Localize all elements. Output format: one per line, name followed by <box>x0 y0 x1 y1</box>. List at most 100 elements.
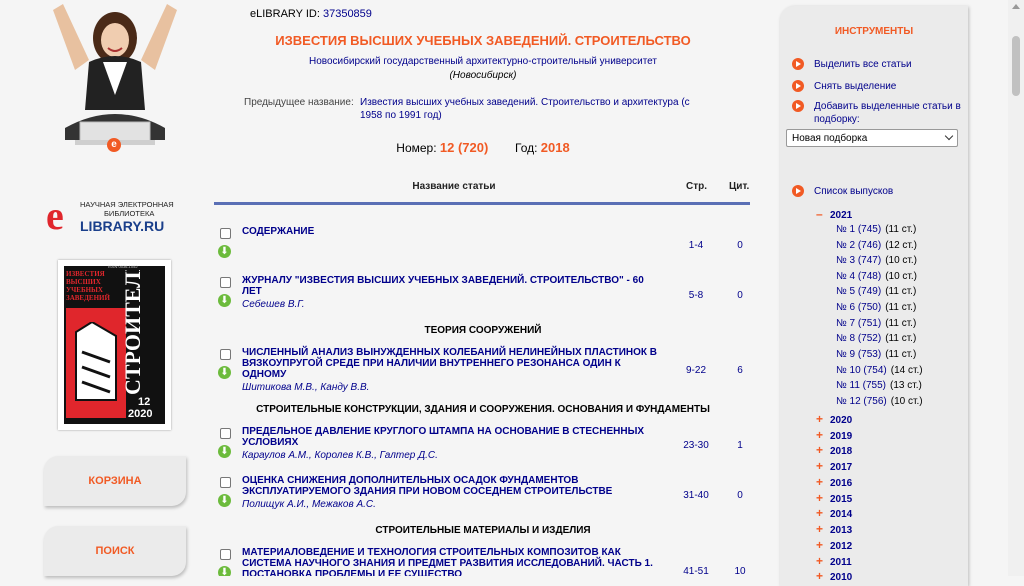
laptop-badge: e <box>107 138 121 152</box>
arrow-bullet-icon <box>792 185 804 197</box>
issue-link[interactable]: № 9 (753) (11 ст.) <box>836 349 916 360</box>
section-heading: СТРОИТЕЛЬНЫЕ МАТЕРИАЛЫ И ИЗДЕЛИЯ <box>375 525 591 536</box>
expand-icon: + <box>816 491 824 505</box>
issue-article-count: (11 ст.) <box>885 286 917 297</box>
article-title-block: ПРЕДЕЛЬНОЕ ДАВЛЕНИЕ КРУГЛОГО ШТАМПА НА О… <box>242 426 662 461</box>
year-toggle[interactable]: +2019 <box>816 428 852 442</box>
expand-icon: + <box>816 428 824 442</box>
year-toggle[interactable]: +2010 <box>816 569 852 583</box>
article-authors[interactable]: Шитикова М.В., Канду В.В. <box>242 382 662 393</box>
arrow-bullet-icon <box>792 100 804 112</box>
issue-link[interactable]: № 2 (746) (12 ст.) <box>836 240 917 251</box>
download-icon[interactable]: ⬇ <box>218 366 231 379</box>
expand-icon: + <box>816 538 824 552</box>
article-citations[interactable]: 0 <box>728 490 752 501</box>
scroll-up-arrow-icon[interactable] <box>1012 4 1020 9</box>
logo-line1: НАУЧНАЯ ЭЛЕКТРОННАЯ <box>80 200 174 209</box>
cover-title3: УЧЕБНЫХ <box>66 286 103 294</box>
article-title-link[interactable]: СОДЕРЖАНИЕ <box>242 226 662 237</box>
logo-brand: LIBRARY.RU <box>80 218 165 234</box>
issue-article-count: (10 ст.) <box>885 255 918 266</box>
year-toggle[interactable]: +2017 <box>816 459 852 473</box>
issue-link[interactable]: № 7 (751) (11 ст.) <box>836 318 916 329</box>
cover-title1: ИЗВЕСТИЯ <box>66 270 105 278</box>
section-heading: ТЕОРИЯ СООРУЖЕНИЙ <box>424 325 542 336</box>
download-icon[interactable]: ⬇ <box>218 245 231 258</box>
article-citations[interactable]: 6 <box>728 365 752 376</box>
row-checkbox[interactable] <box>220 477 231 488</box>
article-citations[interactable]: 0 <box>728 240 752 251</box>
row-checkbox[interactable] <box>220 349 231 360</box>
hero-image <box>45 0 185 145</box>
row-checkbox[interactable] <box>220 277 231 288</box>
page-scrollbar[interactable] <box>1008 0 1024 576</box>
year-toggle[interactable]: +2014 <box>816 506 852 520</box>
elibrary-id-value[interactable]: 37350859 <box>323 8 372 20</box>
logo-e-icon: e <box>46 193 64 238</box>
scrollbar-thumb[interactable] <box>1012 36 1020 96</box>
year-toggle[interactable]: +2011 <box>816 554 852 568</box>
issue-link[interactable]: № 10 (754) (14 ст.) <box>836 365 923 376</box>
arrow-bullet-icon <box>792 58 804 70</box>
year-2021-toggle[interactable]: –2021 <box>816 207 852 221</box>
year-toggle[interactable]: +2013 <box>816 522 852 536</box>
table-row: ⬇ ЖУРНАЛУ "ИЗВЕСТИЯ ВЫСШИХ УЧЕБНЫХ ЗАВЕД… <box>214 275 752 315</box>
issue-link[interactable]: № 8 (752) (11 ст.) <box>836 333 916 344</box>
download-icon[interactable]: ⬇ <box>218 445 231 458</box>
publisher-block: Новосибирский государственный архитектур… <box>214 55 752 83</box>
download-icon[interactable]: ⬇ <box>218 566 231 576</box>
article-authors[interactable]: Полищук А.И., Межаков А.С. <box>242 499 662 510</box>
issue-link[interactable]: № 11 (755) (13 ст.) <box>836 380 922 391</box>
article-citations[interactable]: 0 <box>728 290 752 301</box>
download-icon[interactable]: ⬇ <box>218 494 231 507</box>
issue-link[interactable]: № 5 (749) (11 ст.) <box>836 286 916 297</box>
article-pages: 23-30 <box>683 440 709 451</box>
article-title-link[interactable]: ЧИСЛЕННЫЙ АНАЛИЗ ВЫНУЖДЕННЫХ КОЛЕБАНИЙ Н… <box>242 347 657 380</box>
article-title-link[interactable]: ПРЕДЕЛЬНОЕ ДАВЛЕНИЕ КРУГЛОГО ШТАМПА НА О… <box>242 426 644 448</box>
issue-link[interactable]: № 12 (756) (10 ст.) <box>836 396 923 407</box>
collection-select[interactable]: Новая подборка <box>786 129 958 147</box>
article-citations[interactable]: 1 <box>728 440 752 451</box>
table-row: ⬇ ПРЕДЕЛЬНОЕ ДАВЛЕНИЕ КРУГЛОГО ШТАМПА НА… <box>214 426 752 464</box>
article-title-link[interactable]: ОЦЕНКА СНИЖЕНИЯ ДОПОЛНИТЕЛЬНЫХ ОСАДОК ФУ… <box>242 475 612 497</box>
article-authors[interactable]: Себешев В.Г. <box>242 299 662 310</box>
cover-vertical-title: СТРОИТЕЛЬСТВО <box>120 270 145 395</box>
chevron-down-icon <box>944 131 954 141</box>
select-all-label: Выделить все статьи <box>814 59 912 70</box>
row-checkbox[interactable] <box>220 549 231 560</box>
collapse-icon: – <box>816 207 823 221</box>
row-checkbox[interactable] <box>220 428 231 439</box>
article-authors[interactable]: Караулов А.М., Королев К.В., Галтер Д.С. <box>242 450 662 461</box>
tools-sidebar: ИНСТРУМЕНТЫ Выделить все статьи Снять вы… <box>780 6 968 586</box>
expand-icon: + <box>816 475 824 489</box>
issue-article-count: (11 ст.) <box>885 224 917 235</box>
journal-title[interactable]: ИЗВЕСТИЯ ВЫСШИХ УЧЕБНЫХ ЗАВЕДЕНИЙ. СТРОИ… <box>214 33 752 48</box>
issue-article-count: (10 ст.) <box>890 396 923 407</box>
collection-select-value: Новая подборка <box>792 133 868 144</box>
search-button[interactable]: ПОИСК <box>44 526 186 576</box>
cart-button[interactable]: КОРЗИНА <box>44 456 186 506</box>
elibrary-logo[interactable]: e НАУЧНАЯ ЭЛЕКТРОННАЯ БИБЛИОТЕКА LIBRARY… <box>46 193 186 240</box>
year-toggle[interactable]: +2015 <box>816 491 852 505</box>
publisher-link[interactable]: Новосибирский государственный архитектур… <box>214 55 752 69</box>
issue-link[interactable]: № 6 (750) (11 ст.) <box>836 302 916 313</box>
issue-link[interactable]: № 4 (748) (10 ст.) <box>836 271 917 282</box>
issue-article-count: (10 ст.) <box>885 271 918 282</box>
article-title-link[interactable]: ЖУРНАЛУ "ИЗВЕСТИЯ ВЫСШИХ УЧЕБНЫХ ЗАВЕДЕН… <box>242 275 644 297</box>
journal-cover[interactable]: ISSN 0536-1052 ИЗВЕСТИЯ ВЫСШИХ УЧЕБНЫХ З… <box>58 260 171 430</box>
year-toggle[interactable]: +2012 <box>816 538 852 552</box>
year-label: 2021 <box>830 210 853 221</box>
previous-title-link[interactable]: Известия высших учебных заведений. Строи… <box>360 96 690 122</box>
article-title-link[interactable]: МАТЕРИАЛОВЕДЕНИЕ И ТЕХНОЛОГИЯ СТРОИТЕЛЬН… <box>242 547 662 576</box>
row-checkbox[interactable] <box>220 228 231 239</box>
download-icon[interactable]: ⬇ <box>218 294 231 307</box>
article-citations[interactable]: 10 <box>728 566 752 576</box>
issue-link[interactable]: № 3 (747) (10 ст.) <box>836 255 917 266</box>
year-toggle[interactable]: +2016 <box>816 475 852 489</box>
year-toggle[interactable]: +2018 <box>816 443 852 457</box>
year-toggle[interactable]: +2020 <box>816 412 852 426</box>
elibrary-id: eLIBRARY ID: 37350859 <box>250 8 372 20</box>
issue-link[interactable]: № 1 (745) (11 ст.) <box>836 224 916 235</box>
expand-icon: + <box>816 554 824 568</box>
add-selected-label: Добавить выделенные статьи в подборку: <box>814 101 961 125</box>
